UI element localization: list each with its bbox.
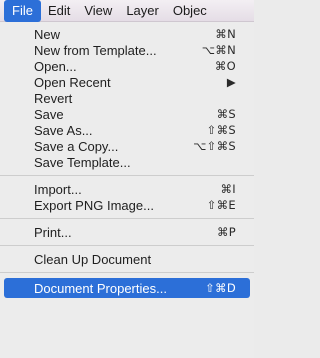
menu-item-label: New from Template...	[34, 42, 157, 58]
menu-item-label: Revert	[34, 90, 73, 106]
shortcut-label: ⌘S	[216, 107, 236, 121]
menu-item-print[interactable]: Print... ⌘P	[0, 224, 254, 240]
menu-item-label: Import...	[34, 181, 82, 197]
shortcut-label: ⇧⌘S	[206, 123, 236, 137]
menu-item-label: Export PNG Image...	[34, 197, 154, 213]
menu-separator	[0, 272, 254, 273]
menu-item-label: Save Template...	[34, 154, 131, 170]
menu-layer[interactable]: Layer	[119, 0, 166, 22]
menu-item-revert[interactable]: Revert	[0, 90, 254, 106]
menu-item-save[interactable]: Save ⌘S	[0, 106, 254, 122]
submenu-arrow-icon: ▶	[226, 75, 236, 89]
menu-object[interactable]: Objec	[166, 0, 214, 22]
menu-item-label: Print...	[34, 224, 72, 240]
menu-item-new[interactable]: New ⌘N	[0, 26, 254, 42]
file-menu-dropdown: New ⌘N New from Template... ⌥⌘N Open... …	[0, 22, 254, 358]
menu-item-import[interactable]: Import... ⌘I	[0, 181, 254, 197]
menu-item-label: Save a Copy...	[34, 138, 119, 154]
menu-item-label: Save	[34, 106, 64, 122]
shortcut-label: ⌥⇧⌘S	[193, 139, 236, 153]
menu-separator	[0, 218, 254, 219]
menu-bar: File Edit View Layer Objec	[0, 0, 254, 22]
menu-item-open-recent[interactable]: Open Recent ▶	[0, 74, 254, 90]
shortcut-label: ⇧⌘E	[206, 198, 236, 212]
shortcut-label: ⌘O	[214, 59, 236, 73]
menu-item-new-from-template[interactable]: New from Template... ⌥⌘N	[0, 42, 254, 58]
menu-item-label: Open Recent	[34, 74, 111, 90]
menu-item-clean-up-document[interactable]: Clean Up Document	[0, 251, 254, 267]
menu-item-export-png[interactable]: Export PNG Image... ⇧⌘E	[0, 197, 254, 213]
menu-file[interactable]: File	[4, 0, 41, 22]
shortcut-label: ⌘I	[220, 182, 236, 196]
menu-item-save-template[interactable]: Save Template...	[0, 154, 254, 170]
menu-view[interactable]: View	[77, 0, 119, 22]
shortcut-label: ⇧⌘D	[205, 281, 236, 295]
menu-item-open[interactable]: Open... ⌘O	[0, 58, 254, 74]
menu-separator	[0, 175, 254, 176]
menu-item-label: Save As...	[34, 122, 93, 138]
shortcut-label: ⌘P	[216, 225, 236, 239]
menu-item-label: Clean Up Document	[34, 251, 152, 267]
menu-item-label: New	[34, 26, 61, 42]
menu-item-label: Open...	[34, 58, 77, 74]
menu-item-save-as[interactable]: Save As... ⇧⌘S	[0, 122, 254, 138]
menu-item-document-properties[interactable]: Document Properties... ⇧⌘D	[4, 278, 250, 298]
menu-separator	[0, 245, 254, 246]
menu-edit[interactable]: Edit	[41, 0, 77, 22]
shortcut-label: ⌥⌘N	[201, 43, 236, 57]
shortcut-label: ⌘N	[215, 27, 236, 41]
menu-item-label: Document Properties...	[34, 280, 167, 296]
menu-item-save-a-copy[interactable]: Save a Copy... ⌥⇧⌘S	[0, 138, 254, 154]
